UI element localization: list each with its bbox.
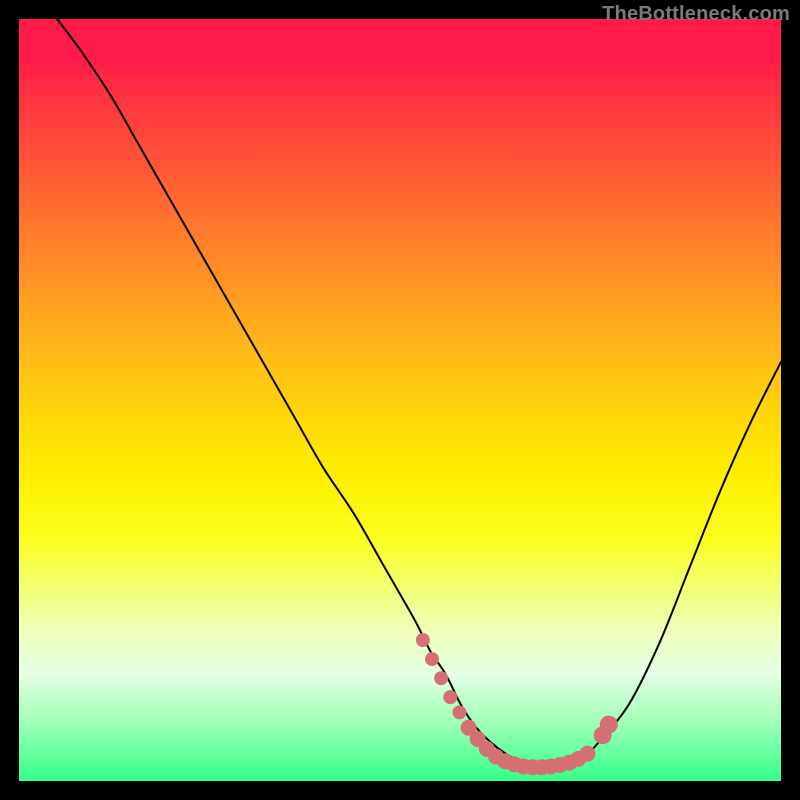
bottleneck-curve xyxy=(57,19,781,766)
plot-area xyxy=(19,19,781,781)
watermark-text: TheBottleneck.com xyxy=(602,3,790,26)
curve-marker xyxy=(434,671,448,685)
curve-marker xyxy=(425,652,439,666)
curve-marker xyxy=(452,705,466,719)
curve-marker xyxy=(579,746,595,762)
bottleneck-curve-overlay xyxy=(19,19,781,781)
curve-marker xyxy=(600,716,618,734)
curve-marker xyxy=(416,633,430,647)
chart-stage: TheBottleneck.com xyxy=(0,0,800,800)
curve-marker xyxy=(443,690,457,704)
curve-markers xyxy=(416,633,618,775)
